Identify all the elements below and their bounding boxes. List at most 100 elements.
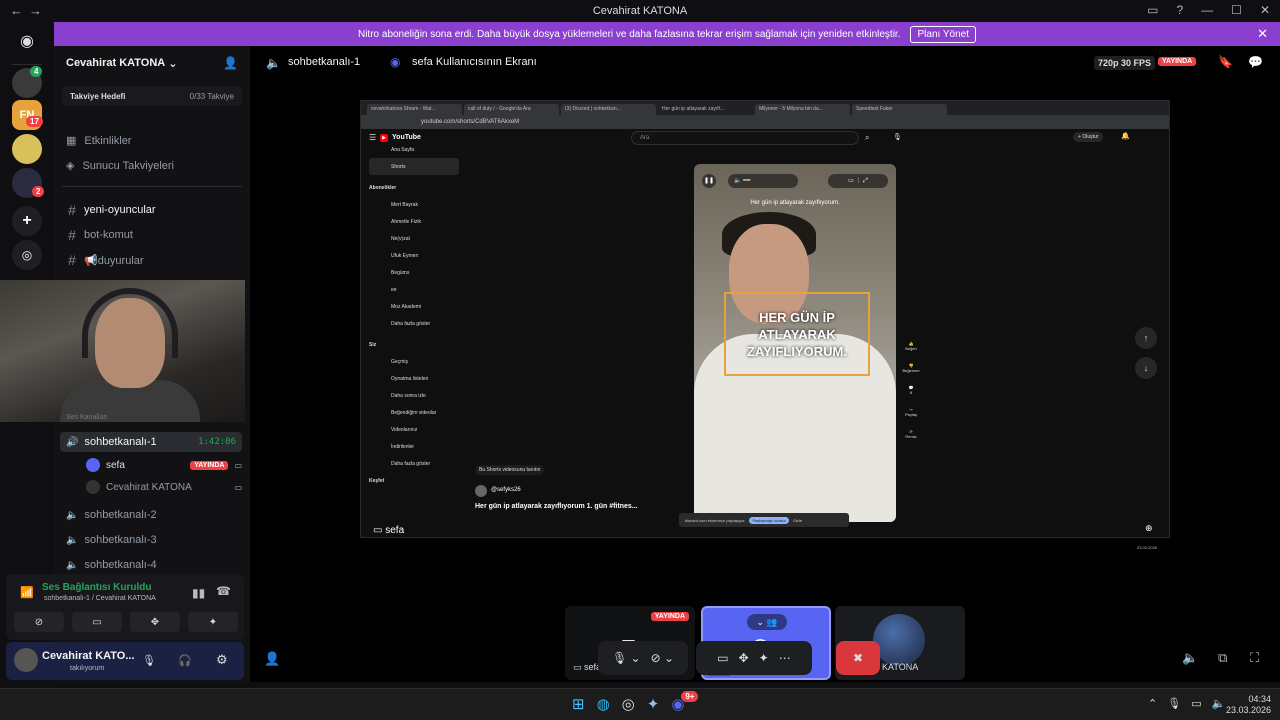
tray-chevron-icon[interactable]: ⌃ <box>1148 697 1157 710</box>
yt-sub-item[interactable]: Mert Bayrak <box>369 196 459 213</box>
yt-mic-icon[interactable]: 🎙 <box>893 133 902 141</box>
help-icon[interactable]: ? <box>1176 3 1183 17</box>
maximize-button[interactable]: ☐ <box>1231 3 1242 17</box>
yt-you-item[interactable]: Daha sonra izle <box>369 387 459 404</box>
tray-mic-icon[interactable]: 🎙 <box>1167 697 1181 710</box>
yt-sub-item[interactable]: Ne(v)zat <box>369 230 459 247</box>
address-bar[interactable]: youtube.com/shorts/CdBVAT6AkxeM <box>361 115 1169 129</box>
boost-goal[interactable]: Takviye Hedefi 0/33 Takviye <box>62 86 242 106</box>
yt-you-item[interactable]: Oynatma listeleri <box>369 370 459 387</box>
browser-tab[interactable]: Speedtest Faker <box>852 104 947 115</box>
shared-screen[interactable]: cevahirkatona Shram - Wat... call of dut… <box>360 100 1170 550</box>
yt-you-item[interactable]: Beğendiğim videolar <box>369 404 459 421</box>
scroll-down-icon[interactable]: ↓ <box>1135 357 1157 379</box>
chrome-icon[interactable]: ◎ <box>622 695 635 713</box>
discord-home-icon[interactable]: ◉ <box>12 26 42 56</box>
yt-sub-item[interactable]: Moz Akademi <box>369 298 459 315</box>
avatar[interactable] <box>14 648 38 672</box>
browser-tab[interactable]: (3) Discord | sohbetkan... <box>561 104 656 115</box>
network-icon[interactable]: ▭ <box>1191 697 1201 710</box>
channel-yeni-oyuncular[interactable]: # yeni-oyuncular <box>66 202 155 218</box>
bookmark-icon[interactable]: 🔖 <box>1218 55 1233 69</box>
dislike-icon[interactable]: 👎 Beğenme <box>901 363 921 373</box>
noise-icon[interactable]: ▮▮ <box>192 586 205 600</box>
yt-sub-item[interactable]: Begüms <box>369 264 459 281</box>
yt-show-more[interactable]: Daha fazla göster <box>369 315 459 332</box>
inbox-icon[interactable]: ▭ <box>1147 3 1158 17</box>
scroll-up-icon[interactable]: ↑ <box>1135 327 1157 349</box>
voice-user-sefa[interactable]: sefa YAYINDA ▭ <box>86 458 242 472</box>
yt-sub-item[interactable]: Ahmetle Fizik <box>369 213 459 230</box>
discord-taskbar-icon[interactable]: ◉ 9+ <box>671 691 699 713</box>
bell-icon[interactable]: 🔔 <box>1121 132 1130 140</box>
app-icon[interactable]: ✦ <box>647 695 660 713</box>
yt-you-item[interactable]: Geçmiş <box>369 353 459 370</box>
remix-icon[interactable]: ⟳ Remix <box>901 429 921 439</box>
yt-you-item[interactable]: Videolarınız <box>369 421 459 438</box>
browser-tab[interactable]: call of duty / - Google'da Ara <box>464 104 559 115</box>
yt-sub-item[interactable]: ee <box>369 281 459 298</box>
add-server-icon[interactable]: + <box>12 206 42 236</box>
like-icon[interactable]: 👍 Beğen <box>901 341 921 351</box>
yt-nav-shorts[interactable]: Shorts <box>369 158 459 175</box>
more-icon[interactable]: ▭ ⋮ ⤢ <box>828 174 888 188</box>
share-icon[interactable]: ↪ Paylaş <box>901 407 921 417</box>
edge-icon[interactable]: ◍ <box>597 695 610 713</box>
stage-channel[interactable]: sohbetkanalı-1 <box>288 56 360 68</box>
volume-icon[interactable]: 🔈 <box>1182 650 1198 666</box>
disconnect-icon[interactable]: ☎ <box>216 584 231 598</box>
browser-tab[interactable]: Milyoner - 5 Milyona bin da... <box>755 104 850 115</box>
settings-gear-icon[interactable]: ⚙ <box>216 652 228 668</box>
activity-controls[interactable]: ▭ ✥ ✦ ⋯ <box>696 641 812 675</box>
shorts-video[interactable]: ❚❚ 🔈 ━━ ▭ ⋮ ⤢ Her gün ip atlayarak zayıf… <box>694 164 896 522</box>
tile-controls[interactable]: ⌄ 👥 <box>747 614 787 630</box>
create-button[interactable]: + Oluştur <box>1073 132 1104 142</box>
volume-tray-icon[interactable]: 🔈 <box>1212 697 1226 710</box>
voice-user-cevahirat[interactable]: Cevahirat KATONA ▭ <box>86 480 242 494</box>
yt-sub-item[interactable]: Ufuk Eymen <box>369 247 459 264</box>
yt-you-item[interactable]: İndirilenler <box>369 438 459 455</box>
popout-icon[interactable]: ⧉ <box>1218 650 1227 666</box>
add-user-icon[interactable]: 👤 <box>264 651 280 667</box>
remix-chip[interactable]: Bu Shorts videosunu tanıtın <box>475 465 545 475</box>
headphones-icon[interactable]: 🎧 <box>178 654 192 667</box>
close-button[interactable]: ✕ <box>1260 3 1270 17</box>
mic-icon[interactable]: 🎙 <box>142 654 156 667</box>
comment-icon[interactable]: 💬 8 <box>901 385 921 395</box>
search-icon[interactable]: ⌕ <box>865 133 869 143</box>
explore-icon[interactable]: ◎ <box>12 240 42 270</box>
camera-off-button[interactable]: ⊘ <box>14 612 64 632</box>
hide-button[interactable]: Gizle <box>793 518 802 523</box>
yt-nav-home[interactable]: Ana Sayfa <box>369 141 459 158</box>
server-icon-3[interactable] <box>12 134 42 164</box>
mic-control[interactable]: 🎙 ⌄ ⊘ ⌄ <box>598 641 688 675</box>
yt-you-item[interactable]: Daha fazla göster <box>369 455 459 472</box>
browser-tab[interactable]: cevahirkatona Shram - Wat... <box>367 104 462 115</box>
pause-icon[interactable]: ❚❚ <box>702 174 716 188</box>
voice-channel-active[interactable]: 🔊 sohbetkanalı-1 1:42:06 <box>60 432 242 452</box>
end-call-button[interactable]: ✖ <box>836 641 880 675</box>
guild-header[interactable]: Cevahirat KATONA ⌄ 👤 <box>54 46 250 80</box>
volume-icon[interactable]: 🔈 ━━ <box>728 174 798 188</box>
browser-tab[interactable]: Her gün ip atlayarak zayıfl... <box>658 104 753 115</box>
zoom-icon[interactable]: ⊕ <box>1145 523 1153 534</box>
yt-search-box[interactable]: Ara <box>631 131 859 145</box>
server-boosts-item[interactable]: ◈ Sunucu Takviyeleri <box>66 159 174 173</box>
voice-channel-2[interactable]: 🔈 sohbetkanalı-2 <box>66 509 157 521</box>
channel-bot-komut[interactable]: # bot-komut <box>66 227 133 243</box>
clock[interactable]: 04:34 23.03.2026 <box>1226 694 1271 716</box>
fullscreen-icon[interactable]: ⛶ <box>1250 650 1259 666</box>
manage-plan-button[interactable]: Planı Yönet <box>910 25 977 43</box>
voice-channel-3[interactable]: 🔈 sohbetkanalı-3 <box>66 534 157 546</box>
soundboard-button[interactable]: ✦ <box>188 612 238 632</box>
stop-sharing-button[interactable]: Paylaşmayı durdur <box>749 516 789 524</box>
close-banner-icon[interactable]: ✕ <box>1257 26 1268 42</box>
screen-share-button[interactable]: ▭ <box>72 612 122 632</box>
minimize-button[interactable]: — <box>1201 3 1213 17</box>
events-item[interactable]: ▦ Etkinlikler <box>66 134 131 148</box>
invite-icon[interactable]: 👤 <box>223 56 238 70</box>
activities-button[interactable]: ✥ <box>130 612 180 632</box>
chat-icon[interactable]: 💬 <box>1248 55 1263 69</box>
voice-channel-4[interactable]: 🔈 sohbetkanalı-4 <box>66 559 157 571</box>
channel-duyurular[interactable]: # 📢duyurular <box>66 252 143 268</box>
